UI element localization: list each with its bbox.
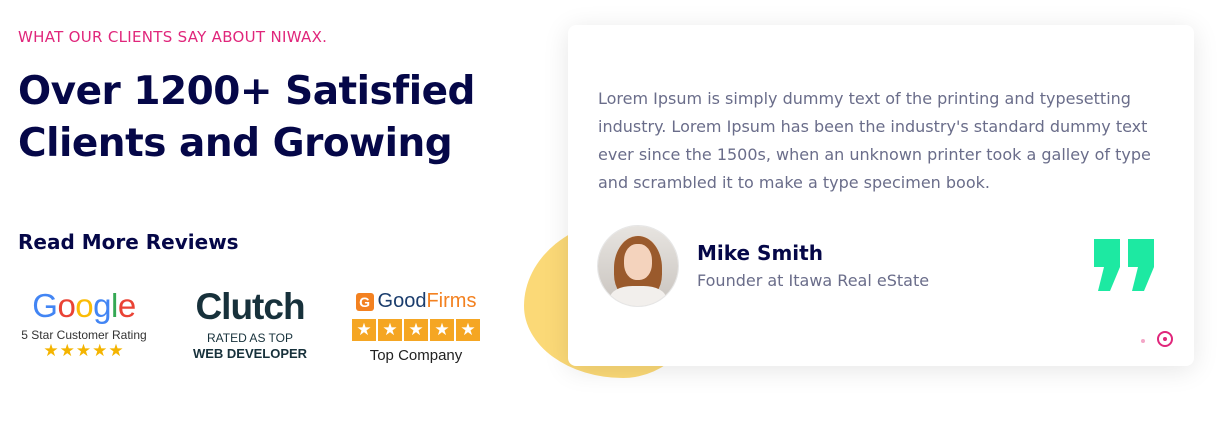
goodfirms-stars: ★ ★ ★ ★ ★ xyxy=(350,319,482,341)
clutch-caption-top: RATED AS TOP xyxy=(206,331,294,345)
google-stars: ★★★★★ xyxy=(43,341,125,360)
goodfirms-caption: Top Company xyxy=(369,347,463,364)
star-icon: ★ xyxy=(430,319,454,341)
google-letter: l xyxy=(111,287,118,324)
google-letter: o xyxy=(57,287,76,324)
star-icon: ★ xyxy=(404,319,428,341)
goodfirms-word-good: Good xyxy=(377,290,427,312)
author-name: Mike Smith xyxy=(697,241,823,265)
eyebrow-text: WHAT OUR CLIENTS SAY ABOUT NIWAX. xyxy=(18,28,328,46)
pagination-dot-active[interactable] xyxy=(1157,331,1173,347)
pagination-dot[interactable] xyxy=(1141,339,1145,343)
avatar xyxy=(598,226,678,306)
testimonial-text: Lorem Ipsum is simply dummy text of the … xyxy=(598,89,1151,192)
star-icon: ★ xyxy=(378,319,402,341)
goodfirms-review-badge[interactable]: G GoodFirms ★ ★ ★ ★ ★ Top Company xyxy=(350,290,482,364)
google-review-badge[interactable]: Google 5 Star Customer Rating ★★★★★ xyxy=(18,288,150,360)
testimonial-card: Lorem Ipsum is simply dummy text of the … xyxy=(568,25,1194,366)
google-letter: o xyxy=(75,287,94,324)
goodfirms-logo-icon: G xyxy=(355,292,374,311)
goodfirms-word-firms: Firms xyxy=(426,290,477,312)
author-role: Founder at Itawa Real eState xyxy=(697,271,930,290)
clutch-logo: Clutch xyxy=(195,286,305,327)
star-icon: ★ xyxy=(352,319,376,341)
goodfirms-logo: G GoodFirms xyxy=(350,290,482,313)
read-more-reviews-title: Read More Reviews xyxy=(18,230,239,254)
clutch-review-badge[interactable]: Clutch RATED AS TOP WEB DEVELOPER xyxy=(188,286,312,361)
section-headline: Over 1200+ Satisfied Clients and Growing xyxy=(18,69,475,166)
google-letter: e xyxy=(117,287,136,324)
google-letter: G xyxy=(32,287,58,324)
star-icon: ★ xyxy=(456,319,480,341)
google-letter: g xyxy=(93,287,112,324)
goodfirms-wordmark: GoodFirms xyxy=(378,290,477,313)
google-logo: Google xyxy=(18,288,150,324)
clutch-caption-bottom: WEB DEVELOPER xyxy=(192,346,308,361)
google-rating-caption: 5 Star Customer Rating xyxy=(21,328,147,342)
quote-icon xyxy=(1094,239,1154,291)
